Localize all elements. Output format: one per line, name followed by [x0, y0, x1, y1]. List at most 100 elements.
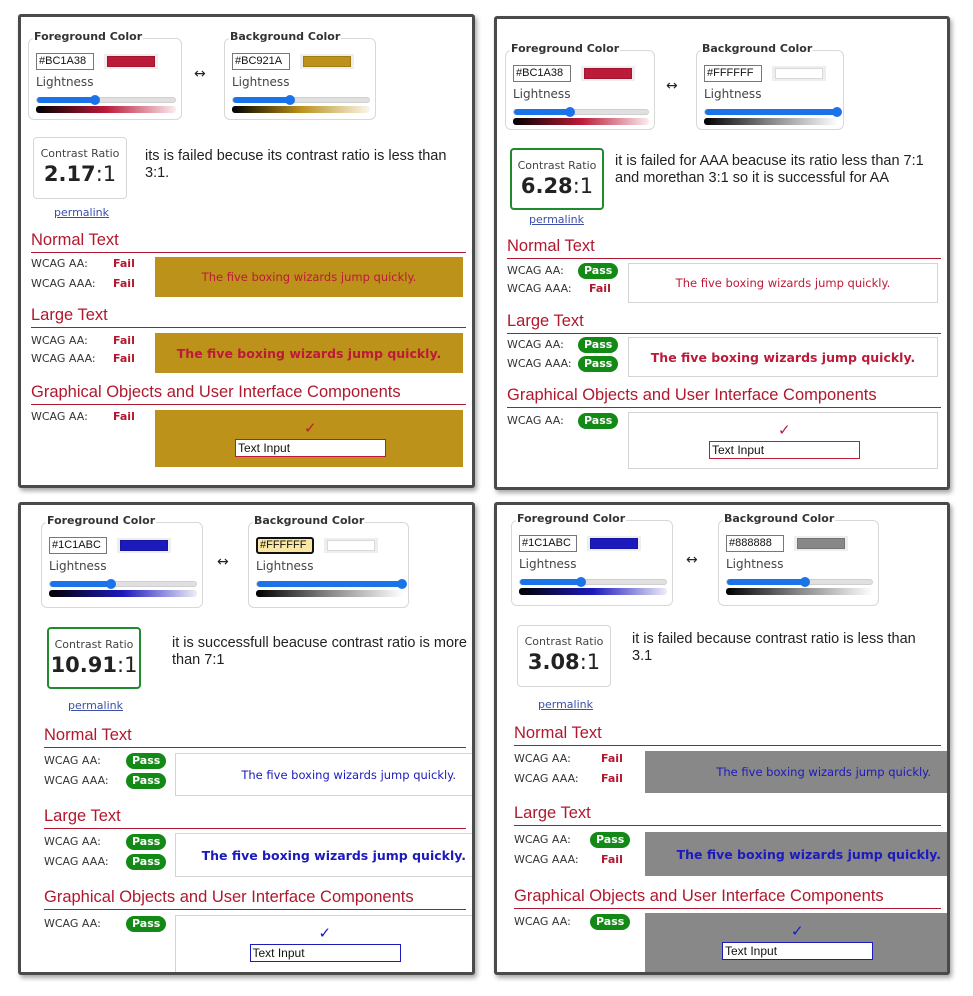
background-hex-input[interactable]: #FFFFFF: [704, 65, 762, 82]
graphical-wcag-aa-result: Fail: [113, 410, 135, 423]
slider-thumb[interactable]: [832, 107, 842, 117]
background-swatch: [797, 538, 845, 549]
background-lightness-label: Lightness: [232, 75, 290, 89]
normal-wcag-aaa-result: Fail: [589, 282, 611, 295]
swap-colors-icon[interactable]: ↔: [217, 554, 229, 570]
foreground-lightness-label: Lightness: [36, 75, 94, 89]
background-hex-input[interactable]: #888888: [726, 535, 784, 552]
text-input-demo[interactable]: Text Input: [235, 439, 386, 457]
foreground-hex-input[interactable]: #BC1A38: [513, 65, 571, 82]
swap-colors-icon[interactable]: ↔: [666, 78, 678, 94]
slider-thumb[interactable]: [106, 579, 117, 589]
checkmark-icon: ✓: [778, 421, 791, 439]
normal-text-heading: Normal Text: [44, 726, 132, 744]
background-lightness-slider[interactable]: [704, 107, 842, 117]
ratio-number: 6.28: [520, 174, 573, 198]
ratio-suffix: :1: [572, 174, 594, 198]
background-color-picker[interactable]: [300, 54, 354, 69]
contrast-ratio-value: 2.17:1: [34, 162, 126, 186]
slider-thumb[interactable]: [397, 579, 407, 589]
explanation-note: it is failed because contrast ratio is l…: [632, 631, 916, 664]
large-wcag-aa-result: Pass: [590, 832, 631, 848]
large-wcag-aaa-result: Fail: [113, 352, 135, 365]
background-lightness-gradient: [704, 118, 838, 125]
permalink-link[interactable]: permalink: [529, 213, 584, 226]
text-input-demo[interactable]: Text Input: [249, 944, 401, 962]
foreground-lightness-slider[interactable]: [49, 579, 197, 589]
foreground-lightness-slider[interactable]: [519, 577, 667, 587]
graphical-wcag-aa-result: Pass: [590, 914, 631, 930]
foreground-lightness-gradient: [36, 106, 176, 113]
large-text-sample: The five boxing wizards jump quickly.: [155, 333, 463, 373]
large-wcag-aa-result: Pass: [126, 834, 167, 850]
background-hex-input[interactable]: #FFFFFF: [256, 537, 314, 554]
background-color-picker[interactable]: [324, 538, 378, 553]
foreground-lightness-label: Lightness: [49, 559, 107, 573]
background-color-picker[interactable]: [772, 66, 826, 81]
normal-text-heading: Normal Text: [31, 231, 119, 249]
foreground-color-picker[interactable]: [587, 536, 641, 551]
text-input-demo[interactable]: Text Input: [709, 441, 860, 459]
permalink-link[interactable]: permalink: [538, 698, 593, 711]
large-text-heading: Large Text: [514, 804, 591, 822]
slider-thumb[interactable]: [800, 577, 811, 587]
checkmark-icon: ✓: [318, 924, 332, 942]
swap-colors-icon[interactable]: ↔: [686, 552, 698, 568]
background-color-legend: Background Color: [253, 514, 366, 528]
foreground-hex-input[interactable]: #1C1ABC: [49, 537, 107, 554]
large-wcag-aaa-result: Pass: [578, 356, 619, 372]
graphical-objects-heading: Graphical Objects and User Interface Com…: [514, 887, 884, 905]
background-hex-input[interactable]: #BC921A: [232, 53, 290, 70]
normal-wcag-aaa-label: WCAG AAA:: [31, 277, 96, 290]
section-divider: [514, 745, 941, 746]
slider-fill: [37, 97, 95, 103]
normal-wcag-aaa-result: Fail: [601, 772, 623, 785]
normal-wcag-aaa-label: WCAG AAA:: [514, 772, 579, 785]
slider-thumb[interactable]: [576, 577, 587, 587]
large-wcag-aaa-label: WCAG AAA:: [44, 855, 109, 868]
foreground-hex-input[interactable]: #1C1ABC: [519, 535, 577, 552]
swap-colors-icon[interactable]: ↔: [194, 66, 206, 82]
background-color-picker[interactable]: [794, 536, 848, 551]
foreground-lightness-slider[interactable]: [513, 107, 649, 117]
foreground-lightness-slider[interactable]: [36, 95, 176, 105]
large-wcag-aa-label: WCAG AA:: [31, 334, 88, 347]
ratio-number: 2.17: [43, 162, 96, 186]
slider-thumb[interactable]: [89, 95, 100, 105]
graphical-wcag-aa-label: WCAG AA:: [514, 915, 571, 928]
foreground-color-picker[interactable]: [581, 66, 635, 81]
graphical-wcag-aa-label: WCAG AA:: [31, 410, 88, 423]
ratio-number: 10.91: [50, 653, 117, 677]
slider-fill: [727, 579, 806, 585]
contrast-checker-panel-3: Foreground Color #1C1ABC Lightness ↔ Bac…: [18, 502, 475, 975]
ratio-number: 3.08: [527, 650, 580, 674]
background-lightness-label: Lightness: [704, 87, 762, 101]
background-lightness-slider[interactable]: [232, 95, 370, 105]
contrast-ratio-box: Contrast Ratio 6.28:1: [510, 148, 604, 210]
foreground-swatch: [107, 56, 155, 67]
slider-thumb[interactable]: [565, 107, 576, 117]
background-color-group: Background Color #BC921A Lightness: [224, 30, 376, 120]
slider-thumb[interactable]: [285, 95, 296, 105]
slider-fill: [520, 579, 582, 585]
ui-components-sample: ✓ Text Input: [645, 913, 947, 972]
contrast-ratio-value: 3.08:1: [518, 650, 610, 674]
foreground-color-group: Foreground Color #1C1ABC Lightness: [41, 514, 203, 608]
large-wcag-aaa-label: WCAG AAA:: [507, 357, 572, 370]
large-wcag-aa-result: Pass: [578, 337, 619, 353]
normal-text-sample: The five boxing wizards jump quickly.: [645, 751, 947, 793]
foreground-color-picker[interactable]: [104, 54, 158, 69]
foreground-color-legend: Foreground Color: [33, 30, 144, 44]
normal-text-sample: The five boxing wizards jump quickly.: [175, 753, 472, 796]
graphical-wcag-aa-label: WCAG AA:: [507, 414, 564, 427]
text-input-demo[interactable]: Text Input: [722, 942, 873, 960]
permalink-link[interactable]: permalink: [54, 206, 109, 219]
background-lightness-slider[interactable]: [256, 579, 407, 589]
permalink-link[interactable]: permalink: [68, 699, 123, 712]
contrast-ratio-value: 6.28:1: [512, 174, 602, 198]
background-lightness-slider[interactable]: [726, 577, 873, 587]
foreground-hex-input[interactable]: #BC1A38: [36, 53, 94, 70]
slider-fill: [50, 581, 112, 587]
foreground-color-picker[interactable]: [117, 538, 171, 553]
normal-wcag-aa-result: Pass: [578, 263, 619, 279]
